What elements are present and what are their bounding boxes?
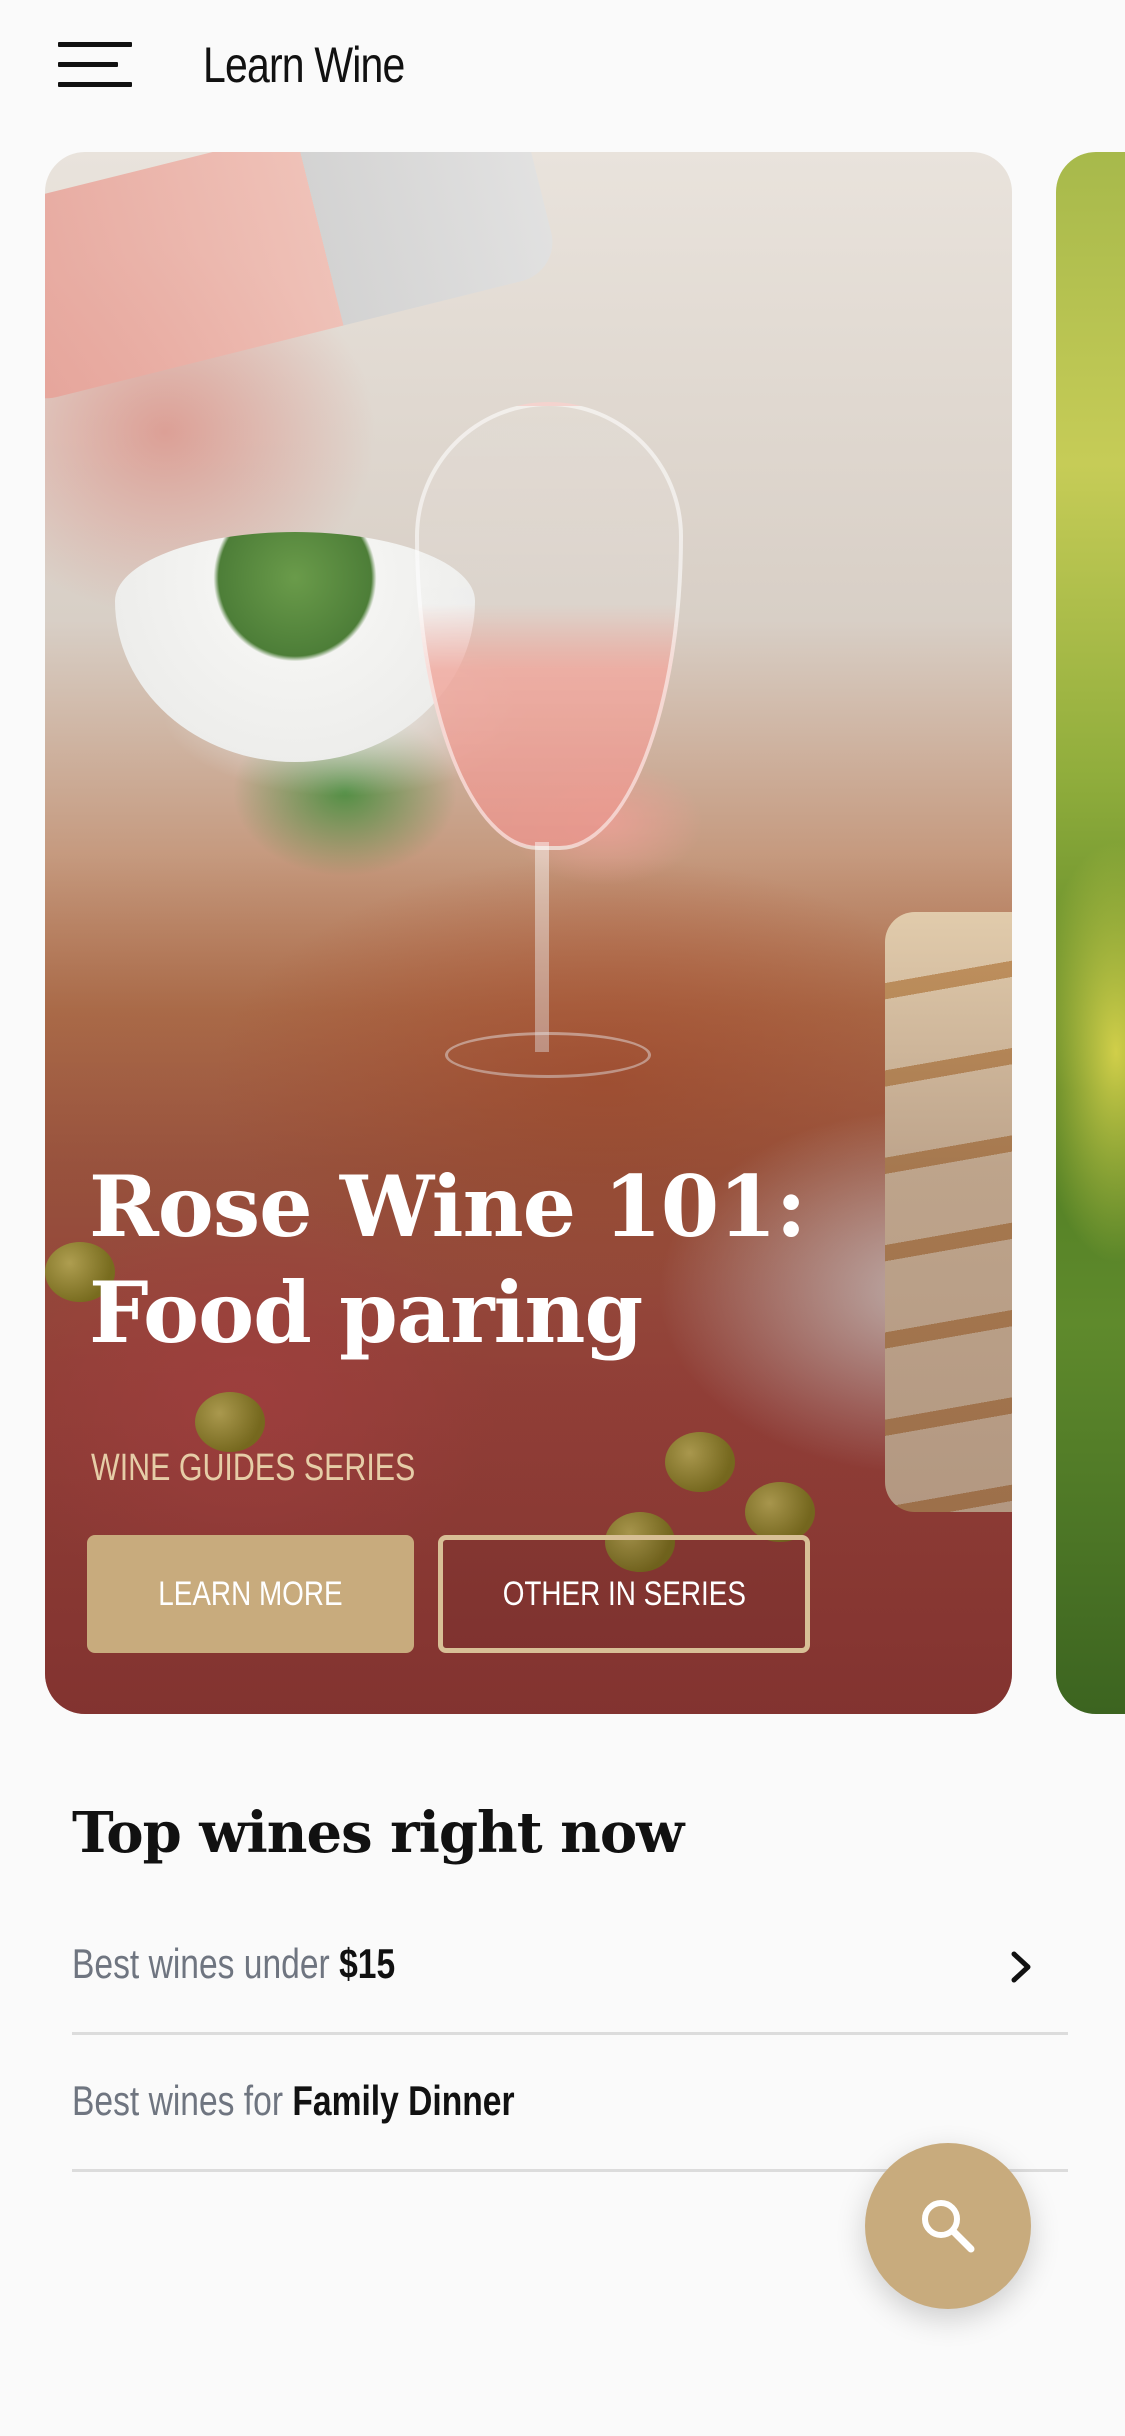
list-item-under-15[interactable]: Best wines under $15 bbox=[72, 1898, 1068, 2035]
learn-more-button[interactable]: LEARN MORE bbox=[87, 1535, 414, 1653]
search-icon bbox=[922, 2200, 975, 2253]
card-title: Rose Wine 101: Food paring bbox=[89, 1157, 807, 1362]
search-button[interactable] bbox=[865, 2143, 1031, 2309]
next-guide-card[interactable] bbox=[1056, 152, 1125, 1714]
other-in-series-button[interactable]: OTHER IN SERIES bbox=[438, 1535, 810, 1653]
learn-more-label: LEARN MORE bbox=[158, 1574, 343, 1613]
list-item-prefix: Best wines for bbox=[72, 2077, 293, 2124]
vineyard-photo bbox=[1056, 152, 1125, 1714]
hamburger-menu-icon[interactable] bbox=[58, 42, 132, 88]
list-item-prefix: Best wines under bbox=[72, 1940, 340, 1987]
featured-guide-card[interactable]: Rose Wine 101: Food paring WINE GUIDES S… bbox=[45, 152, 1012, 1714]
section-title: Top wines right now bbox=[72, 1800, 684, 1866]
top-bar: Learn Wine bbox=[0, 0, 1125, 140]
list-item-highlight: Family Dinner bbox=[292, 2077, 515, 2124]
chevron-right-icon bbox=[1011, 1951, 1031, 1983]
app-screen: Learn Wine Rose Wine 101: Food paring WI… bbox=[0, 0, 1125, 2436]
other-in-series-label: OTHER IN SERIES bbox=[502, 1574, 746, 1613]
series-label: WINE GUIDES SERIES bbox=[91, 1447, 416, 1489]
list-item-highlight: $15 bbox=[339, 1940, 396, 1987]
app-title: Learn Wine bbox=[203, 37, 405, 93]
